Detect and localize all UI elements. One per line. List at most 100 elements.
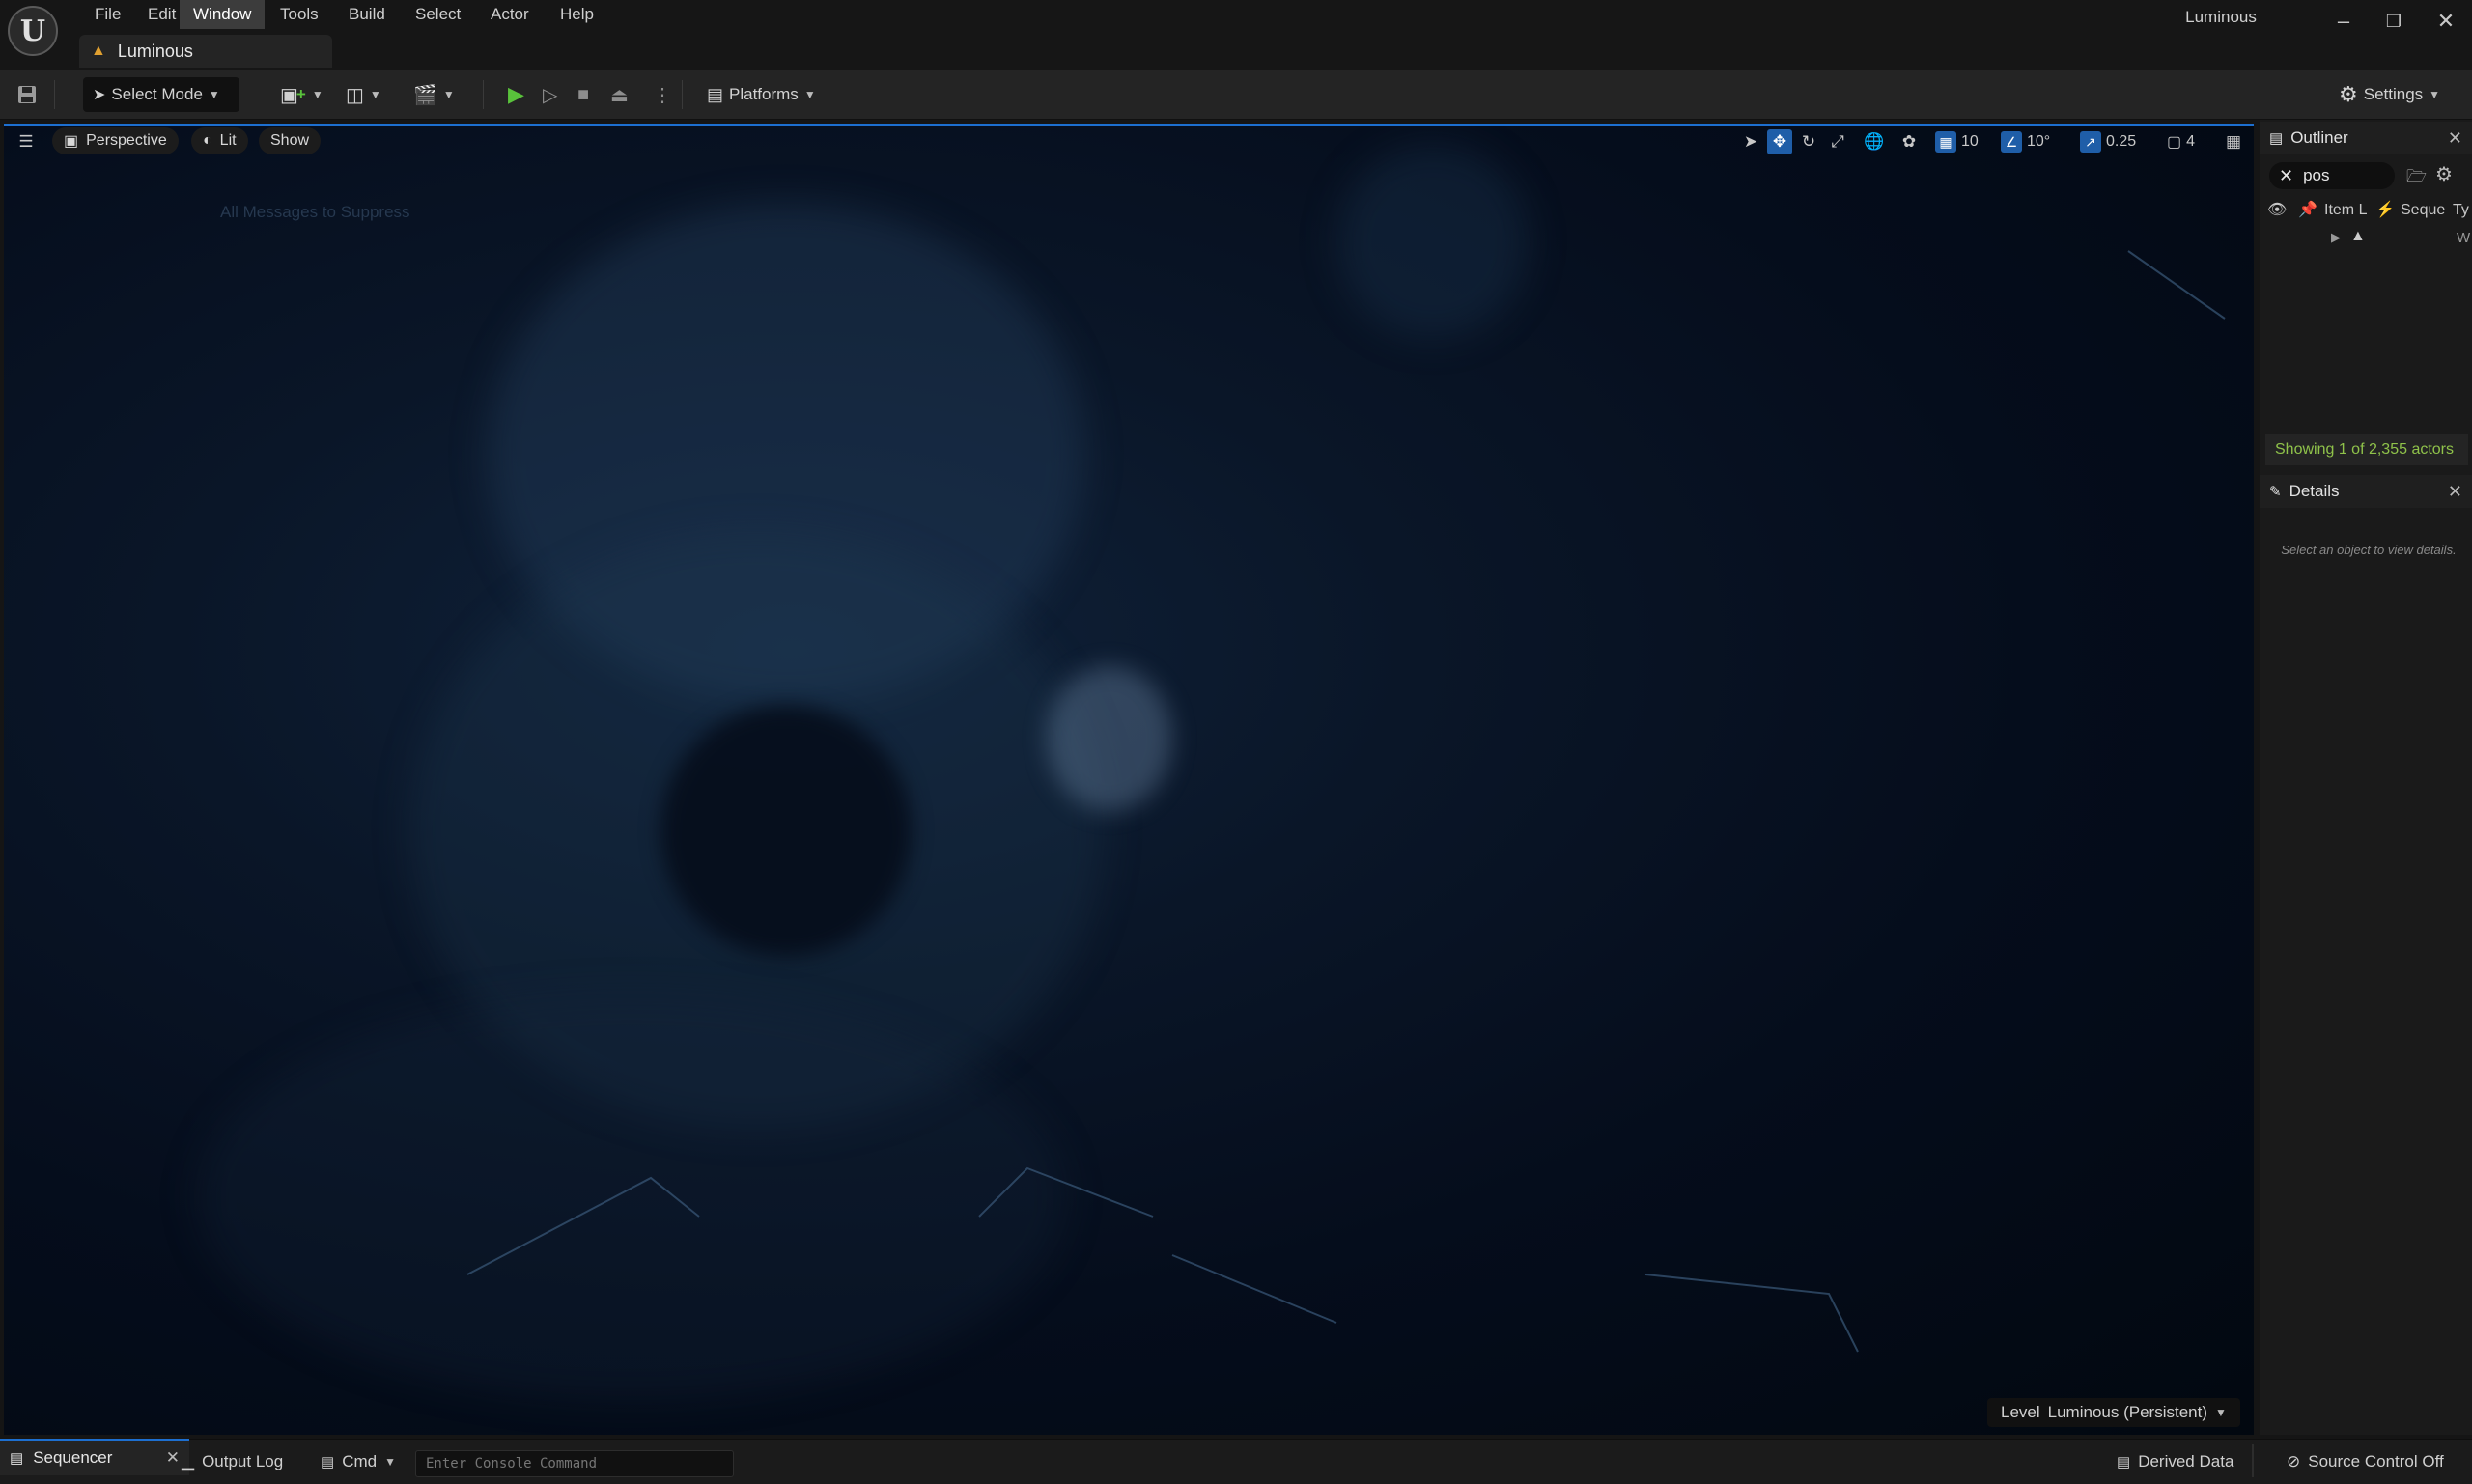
details-title: Details: [2289, 482, 2340, 500]
settings-label: Settings: [2363, 85, 2424, 103]
chevron-down-icon: ▼: [442, 88, 455, 101]
rotate-tool-icon[interactable]: ↻: [1796, 129, 1821, 154]
column-item-label[interactable]: Item L: [2324, 197, 2367, 224]
plus-icon: +: [295, 85, 306, 103]
select-mode-label: Select Mode: [111, 85, 203, 103]
select-mode-dropdown[interactable]: ➤ Select Mode ▼: [83, 77, 239, 112]
outliner-count: Showing 1 of 2,355 actors: [2265, 434, 2468, 465]
save-icon[interactable]: [15, 77, 39, 112]
level-value: Luminous (Persistent): [2047, 1403, 2207, 1421]
chevron-down-icon: ▼: [2429, 88, 2441, 101]
outliner-search-input[interactable]: [2303, 166, 2381, 185]
console-command-input[interactable]: [415, 1450, 734, 1477]
terminal-icon: ▤: [321, 1454, 335, 1470]
menu-build[interactable]: Build: [335, 0, 399, 29]
scene-debris-lines: [466, 250, 2226, 1353]
scale-tool-icon[interactable]: ⤢: [1825, 129, 1850, 154]
cinematics-button[interactable]: 🎬 ▼: [413, 77, 455, 112]
camera-speed-button[interactable]: ▢ 4: [2167, 129, 2195, 154]
close-icon[interactable]: ✕: [2448, 482, 2462, 502]
cube-icon: ▣: [64, 133, 79, 150]
play-options-icon[interactable]: ⋮: [653, 77, 672, 112]
source-control-label: Source Control Off: [2308, 1452, 2444, 1470]
play-icon[interactable]: ▶: [508, 77, 524, 112]
project-tab-label: Luminous: [117, 41, 193, 61]
derived-data-label: Derived Data: [2138, 1452, 2234, 1470]
menu-window[interactable]: Window: [180, 0, 266, 29]
menu-tools[interactable]: Tools: [267, 0, 332, 29]
menu-actor[interactable]: Actor: [477, 0, 543, 29]
scale-snap-value: 0.25: [2106, 133, 2137, 150]
details-header: ✎ Details ✕: [2260, 475, 2472, 508]
current-level-dropdown[interactable]: Level Luminous (Persistent) ▼: [1987, 1398, 2240, 1427]
expand-arrow-icon[interactable]: ▶: [2331, 230, 2341, 245]
platforms-icon: ▤: [707, 84, 724, 104]
rotation-snap-toggle[interactable]: ∠ 10°: [2001, 129, 2050, 154]
grid-snap-value: 10: [1961, 133, 1979, 150]
advance-frame-icon[interactable]: ▷: [543, 77, 557, 112]
lit-button[interactable]: ◐ Lit: [191, 127, 248, 154]
chevron-down-icon: ▼: [803, 88, 816, 101]
outliner-search-box[interactable]: ✕: [2269, 162, 2395, 189]
chevron-down-icon: ▼: [2214, 1406, 2227, 1419]
grid-snap-toggle[interactable]: ▦ 10: [1935, 129, 1979, 154]
add-folder-icon[interactable]: 🗁: [2406, 164, 2427, 192]
restore-icon[interactable]: ❐: [2372, 4, 2416, 39]
source-control-button[interactable]: ⊘ Source Control Off: [2287, 1448, 2444, 1475]
faint-viewport-message: All Messages to Suppress: [220, 203, 410, 221]
gear-icon: ⚙: [2339, 82, 2358, 106]
perspective-label: Perspective: [86, 132, 167, 149]
output-log-button[interactable]: ▁ Output Log: [182, 1448, 283, 1475]
unreal-logo-icon[interactable]: U: [8, 6, 58, 56]
surface-snap-icon[interactable]: ✿: [1896, 129, 1922, 154]
derived-data-button[interactable]: ▤ Derived Data: [2117, 1448, 2233, 1475]
toolbar-divider: [54, 80, 55, 109]
sequencer-label: Sequencer: [33, 1448, 113, 1467]
eject-icon[interactable]: ⏏: [610, 77, 629, 112]
translate-tool-icon[interactable]: ✥: [1767, 129, 1792, 154]
menu-help[interactable]: Help: [547, 0, 607, 29]
scale-snap-toggle[interactable]: ↗ 0.25: [2080, 129, 2136, 154]
platforms-dropdown[interactable]: ▤ Platforms ▼: [707, 77, 816, 112]
rotation-snap-value: 10°: [2027, 133, 2051, 150]
outliner-settings-gear-icon[interactable]: ⚙: [2435, 162, 2453, 186]
select-tool-icon[interactable]: ➤: [1738, 129, 1763, 154]
lit-sphere-icon: ◐: [203, 132, 212, 149]
lit-label: Lit: [219, 132, 237, 149]
show-button[interactable]: Show: [259, 127, 322, 154]
clapperboard-icon: 🎬: [413, 84, 437, 106]
derived-data-icon: ▤: [2117, 1454, 2131, 1470]
pin-icon[interactable]: 📌: [2298, 197, 2318, 224]
column-type[interactable]: Ty: [2453, 197, 2469, 224]
sequencer-tab[interactable]: ▤ Sequencer ✕: [0, 1439, 189, 1475]
angle-icon: ∠: [2001, 131, 2022, 153]
sequencer-icon: ▤: [10, 1450, 24, 1467]
add-content-button[interactable]: ▣ + ▼: [280, 77, 323, 112]
column-sequence[interactable]: Seque: [2401, 197, 2445, 224]
viewport-layout-icon[interactable]: ▦: [2221, 129, 2246, 154]
perspective-button[interactable]: ▣ Perspective: [52, 127, 179, 154]
menu-file[interactable]: File: [81, 0, 134, 29]
viewport-menu-icon[interactable]: ☰: [14, 129, 39, 154]
project-tab[interactable]: ▲ Luminous: [79, 35, 332, 68]
cmd-dropdown[interactable]: ▤ Cmd ▼: [321, 1448, 396, 1475]
close-icon[interactable]: ✕: [2448, 128, 2462, 149]
close-icon[interactable]: ✕: [166, 1448, 180, 1468]
settings-dropdown[interactable]: ⚙ Settings ▼: [2339, 77, 2440, 112]
level-label: Level: [2001, 1403, 2040, 1421]
menu-select[interactable]: Select: [402, 0, 474, 29]
stop-icon[interactable]: ■: [577, 77, 589, 112]
clear-search-icon[interactable]: ✕: [2279, 166, 2293, 186]
world-space-icon[interactable]: 🌐: [1862, 129, 1887, 154]
minimize-icon[interactable]: –: [2321, 4, 2366, 39]
close-window-icon[interactable]: ✕: [2424, 4, 2468, 39]
platforms-label: Platforms: [729, 85, 799, 103]
blueprints-button[interactable]: ◫ ▼: [346, 77, 381, 112]
chevron-down-icon: ▼: [369, 88, 381, 101]
world-item-icon[interactable]: ▲: [2350, 228, 2366, 245]
right-panel-column: ▤ Outliner ✕: [2260, 120, 2472, 1435]
level-viewport[interactable]: [4, 124, 2254, 1435]
lightning-icon: ⚡: [2375, 202, 2395, 218]
toolbar-divider: [682, 80, 683, 109]
visibility-eye-icon[interactable]: 👁: [2267, 197, 2287, 224]
